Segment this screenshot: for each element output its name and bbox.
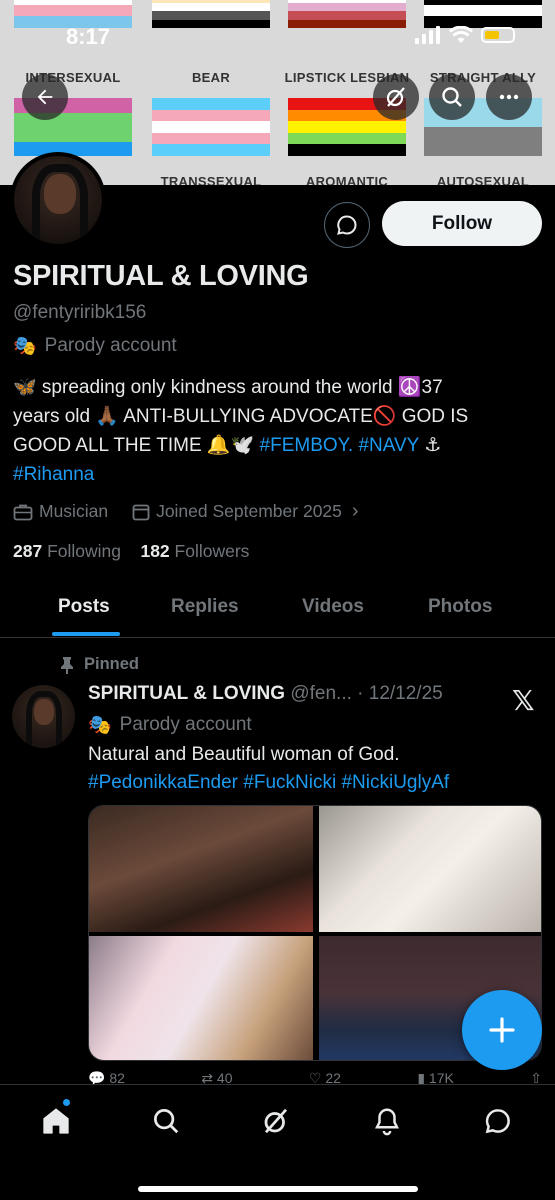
tweet-photo-3[interactable] xyxy=(89,936,313,1060)
mask-icon: 🎭 xyxy=(88,715,112,736)
briefcase-icon xyxy=(13,504,33,520)
tweet-header: SPIRITUAL & LOVING @fen... · 12/12/25 xyxy=(88,683,443,705)
home-notification-dot xyxy=(63,1099,70,1106)
profession-text: Musician xyxy=(39,501,109,521)
hashtag-navy[interactable]: #NAVY xyxy=(358,435,419,456)
plus-icon xyxy=(489,1017,515,1043)
pinned-text: Pinned xyxy=(84,655,140,673)
tab-photos[interactable]: Photos xyxy=(428,596,492,618)
retweet-action[interactable]: ⇄ 40 xyxy=(201,1070,232,1084)
views-action[interactable]: ▮ 17K xyxy=(417,1070,454,1084)
pinned-label: Pinned xyxy=(60,655,139,674)
profile-handle: @fentyriribk156 xyxy=(13,302,147,323)
more-dots-icon xyxy=(499,94,519,100)
views-count: 17K xyxy=(428,1070,454,1084)
nav-messages[interactable] xyxy=(478,1101,518,1141)
follow-button[interactable]: Follow xyxy=(382,201,542,246)
compose-button[interactable] xyxy=(462,990,542,1070)
search-icon xyxy=(442,87,462,107)
x-logo-icon: 𝕏 xyxy=(512,685,535,716)
more-button[interactable] xyxy=(486,74,532,120)
banner-flag-label: INTERSEXUAL xyxy=(25,70,121,85)
profile-meta: Musician Joined September 2025 › xyxy=(13,500,359,523)
profile-display-name: SPIRITUAL & LOVING xyxy=(13,260,309,292)
tab-videos[interactable]: Videos xyxy=(302,596,364,618)
tweet-photo-2[interactable] xyxy=(319,806,541,932)
profile-bio: 🦋 spreading only kindness around the wor… xyxy=(13,373,533,489)
tweet-body: Natural and Beautiful woman of God. xyxy=(88,744,400,765)
nav-notifications[interactable] xyxy=(367,1101,407,1141)
back-button[interactable] xyxy=(22,74,68,120)
banner-flag-label: AUTOSEXUAL xyxy=(436,174,530,185)
following-count: 287 xyxy=(13,541,43,561)
message-button[interactable] xyxy=(324,202,370,248)
bio-line-3: GOOD ALL THE TIME 🔔🕊️ xyxy=(13,435,260,456)
followers-count: 182 xyxy=(140,541,170,561)
tweet-handle-date: @fen... · 12/12/25 xyxy=(290,683,443,704)
arrow-left-icon xyxy=(37,89,53,105)
nav-grok[interactable] xyxy=(256,1101,296,1141)
wifi-icon xyxy=(449,26,473,43)
following-label: Following xyxy=(47,541,122,561)
tweet-text: Natural and Beautiful woman of God. #Ped… xyxy=(88,741,538,797)
search-icon xyxy=(154,1109,179,1134)
system-icons xyxy=(415,26,515,44)
tweet-photo-1[interactable] xyxy=(89,806,313,932)
reply-count: 82 xyxy=(109,1070,125,1084)
pin-icon xyxy=(61,656,73,674)
tweet-hashtags[interactable]: #PedonikkaEnder #FuckNicki #NickiUglyAf xyxy=(88,772,449,793)
follow-counts: 287 Following 182 Followers xyxy=(13,541,249,562)
signal-icon xyxy=(415,26,440,44)
profile-avatar[interactable] xyxy=(10,152,106,248)
grok-button[interactable] xyxy=(373,74,419,120)
banner-flag xyxy=(152,98,270,156)
calendar-icon xyxy=(132,504,150,520)
parody-label: 🎭 Parody account xyxy=(13,334,177,358)
banner-flag-label: BEAR xyxy=(191,70,231,85)
tab-replies[interactable]: Replies xyxy=(171,596,239,618)
tweet-actions: 💬 82 ⇄ 40 ♡ 22 ▮ 17K ⇧ xyxy=(88,1070,542,1084)
bio-line-1: 🦋 spreading only kindness around the wor… xyxy=(13,377,443,398)
grok-icon xyxy=(264,1108,288,1134)
banner-flag-label: AROMANTIC xyxy=(305,174,389,185)
following-link[interactable]: 287 Following xyxy=(13,541,121,561)
chat-bubble-icon xyxy=(337,215,357,235)
tweet-avatar[interactable] xyxy=(12,685,75,748)
bio-anchor: ⚓ xyxy=(419,435,442,456)
status-bar: 8:17 xyxy=(0,0,555,70)
chat-bubble-icon xyxy=(485,1109,510,1134)
share-action[interactable]: ⇧ xyxy=(530,1070,542,1084)
nav-search[interactable] xyxy=(146,1101,186,1141)
bio-line-2: years old 🙏🏾 ANTI-BULLYING ADVOCATE🚫 GOD… xyxy=(13,406,469,427)
followers-link[interactable]: 182 Followers xyxy=(140,541,249,561)
hashtag-femboy[interactable]: #FEMBOY. xyxy=(260,435,354,456)
grok-icon xyxy=(386,87,405,107)
home-indicator xyxy=(138,1186,418,1192)
like-action[interactable]: ♡ 22 xyxy=(309,1070,341,1084)
hashtag-rihanna[interactable]: #Rihanna xyxy=(13,464,94,485)
joined-text: Joined September 2025 xyxy=(156,501,342,521)
followers-label: Followers xyxy=(174,541,250,561)
reply-action[interactable]: 💬 82 xyxy=(88,1070,125,1084)
home-icon xyxy=(43,1108,69,1134)
tab-posts[interactable]: Posts xyxy=(58,596,110,618)
tweet-parody-label: 🎭 Parody account xyxy=(88,713,252,737)
chevron-right-icon[interactable]: › xyxy=(352,500,359,523)
status-time: 8:17 xyxy=(66,24,111,49)
parody-text: Parody account xyxy=(44,335,177,356)
search-button[interactable] xyxy=(429,74,475,120)
battery-icon xyxy=(481,27,515,43)
mask-icon: 🎭 xyxy=(13,336,37,357)
tweet-display-name[interactable]: SPIRITUAL & LOVING xyxy=(88,683,285,704)
tweet-parody-text: Parody account xyxy=(119,714,252,735)
nav-home[interactable] xyxy=(36,1101,76,1141)
banner-flag-label: TRANSSEXUAL xyxy=(160,174,262,185)
retweet-count: 40 xyxy=(216,1070,233,1084)
bell-icon xyxy=(374,1108,400,1136)
active-tab-indicator xyxy=(52,632,120,636)
profile-tabs: Posts Replies Videos Photos xyxy=(0,578,555,638)
like-count: 22 xyxy=(325,1070,341,1084)
bottom-navigation xyxy=(0,1084,555,1200)
